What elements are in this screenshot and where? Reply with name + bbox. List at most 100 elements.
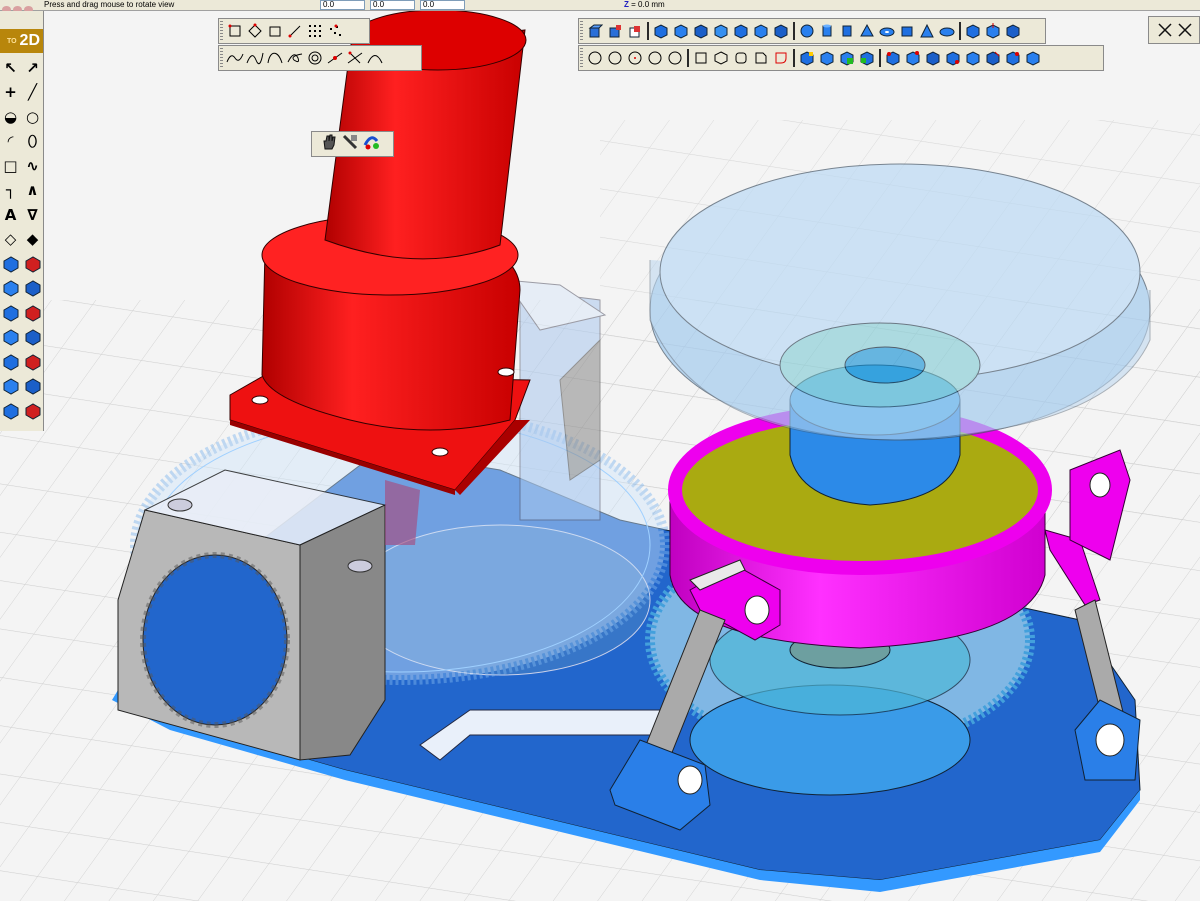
dimension-icon[interactable]: ∇ (22, 204, 43, 225)
top-transparent-plate[interactable] (649, 163, 1151, 441)
square-icon[interactable] (691, 48, 711, 68)
front-view-icon[interactable] (22, 400, 43, 421)
box6-solid-icon[interactable] (751, 21, 771, 41)
disc-icon[interactable] (937, 21, 957, 41)
tube-icon[interactable] (837, 21, 857, 41)
solid-intersect-icon[interactable] (625, 21, 645, 41)
box-solid-icon[interactable] (651, 21, 671, 41)
cut-icon[interactable] (0, 302, 21, 323)
rotate-view-icon[interactable] (362, 133, 380, 156)
curve-offset-icon[interactable] (325, 48, 345, 68)
select-rect-icon[interactable] (265, 21, 285, 41)
snap2-icon[interactable]: ◆ (22, 229, 43, 250)
pointer-icon[interactable]: ↗ (22, 57, 43, 78)
zoom-icon[interactable] (22, 376, 43, 397)
circle-3pt-icon[interactable] (625, 48, 645, 68)
revolve-solid-icon[interactable] (1003, 21, 1023, 41)
heal-solid-icon[interactable] (1023, 48, 1043, 68)
logo-small-text: TO (6, 37, 17, 45)
curve-spline-icon[interactable] (245, 48, 265, 68)
grid-view-icon[interactable] (22, 351, 43, 372)
coord-y-field[interactable]: 0.0 (370, 0, 415, 10)
curve-bezier-icon[interactable] (265, 48, 285, 68)
text-icon[interactable]: A (0, 204, 21, 225)
coord-z-field[interactable]: 0.0 (420, 0, 465, 10)
hexagon-icon[interactable] (711, 48, 731, 68)
pyramid-icon[interactable] (917, 21, 937, 41)
restore-icon[interactable] (1175, 20, 1195, 40)
torus-icon[interactable] (877, 21, 897, 41)
box4-solid-icon[interactable] (711, 21, 731, 41)
fillet-solid-icon[interactable] (883, 48, 903, 68)
rectangle-icon[interactable]: □ (0, 155, 21, 176)
point-icon[interactable]: + (0, 82, 21, 103)
line-icon[interactable]: ╱ (22, 82, 43, 103)
select-diamond-icon[interactable] (245, 21, 265, 41)
spline-icon[interactable]: ∿ (22, 155, 43, 176)
arc2-icon[interactable]: ◜ (0, 131, 21, 152)
ellipse-icon[interactable]: ⬯ (22, 131, 43, 152)
coord-x-field[interactable]: 0.0 (320, 0, 365, 10)
split-solid-icon[interactable] (943, 48, 963, 68)
curve-loop-icon[interactable] (285, 48, 305, 68)
cone-icon[interactable] (857, 21, 877, 41)
curve-wave-icon[interactable] (225, 48, 245, 68)
circle-icon[interactable]: ○ (22, 106, 43, 127)
arrow-select-icon[interactable]: ↖ (0, 57, 21, 78)
zoom-window-icon[interactable] (341, 133, 359, 156)
extrude-icon[interactable] (0, 278, 21, 299)
sphere-icon[interactable] (797, 21, 817, 41)
3d-viewport[interactable] (0, 0, 1200, 901)
circle-radius-icon[interactable] (665, 48, 685, 68)
close-icon[interactable] (1155, 20, 1175, 40)
box7-solid-icon[interactable] (771, 21, 791, 41)
bearing-bracket-left[interactable] (117, 469, 387, 761)
fillet-rect-icon[interactable] (771, 48, 791, 68)
light-icon[interactable] (0, 351, 21, 372)
rounded-rect-icon[interactable] (731, 48, 751, 68)
add-solid-icon[interactable] (0, 253, 21, 274)
circle-center-icon[interactable] (585, 48, 605, 68)
chamfer-rect-icon[interactable] (751, 48, 771, 68)
circle-2pt-icon[interactable] (605, 48, 625, 68)
iso-view-icon[interactable] (0, 400, 21, 421)
chamfer-solid-icon[interactable] (903, 48, 923, 68)
chamfer-icon[interactable]: ∧ (22, 180, 43, 201)
person-icon[interactable] (22, 253, 43, 274)
edge-select-icon[interactable] (817, 48, 837, 68)
select-scatter-icon[interactable] (325, 21, 345, 41)
delete-face-icon[interactable] (1003, 48, 1023, 68)
shell-solid-icon[interactable] (923, 48, 943, 68)
prism-icon[interactable] (897, 21, 917, 41)
box3-solid-icon[interactable] (691, 21, 711, 41)
snap-icon[interactable]: ◇ (0, 229, 21, 250)
boolean-icon[interactable] (0, 327, 21, 348)
window-buttons[interactable] (2, 0, 42, 13)
polyline-icon[interactable]: ┐ (0, 180, 21, 201)
pattern-solid-icon[interactable] (983, 48, 1003, 68)
select-grid-icon[interactable] (305, 21, 325, 41)
revolve-icon[interactable] (22, 278, 43, 299)
select-lasso-icon[interactable] (285, 21, 305, 41)
curve-trim-icon[interactable] (345, 48, 365, 68)
curve-arc-icon[interactable] (365, 48, 385, 68)
box-blue-icon[interactable] (963, 21, 983, 41)
orbit-icon[interactable] (0, 376, 21, 397)
curve-spiral-icon[interactable] (305, 48, 325, 68)
shell-icon[interactable] (22, 327, 43, 348)
pan-icon[interactable] (320, 133, 338, 156)
solid-subtract-icon[interactable] (605, 21, 625, 41)
extrude-solid-icon[interactable] (983, 21, 1003, 41)
arc-icon[interactable]: ◒ (0, 106, 21, 127)
face-select-icon[interactable] (797, 48, 817, 68)
cube-icon[interactable] (22, 302, 43, 323)
green-tool-icon[interactable] (837, 48, 857, 68)
circle-tangent-icon[interactable] (645, 48, 665, 68)
cylinder-icon[interactable] (817, 21, 837, 41)
box5-solid-icon[interactable] (731, 21, 751, 41)
box2-solid-icon[interactable] (671, 21, 691, 41)
select-box-icon[interactable] (225, 21, 245, 41)
mirror-solid-icon[interactable] (963, 48, 983, 68)
green-tool2-icon[interactable] (857, 48, 877, 68)
solid-add-icon[interactable] (585, 21, 605, 41)
